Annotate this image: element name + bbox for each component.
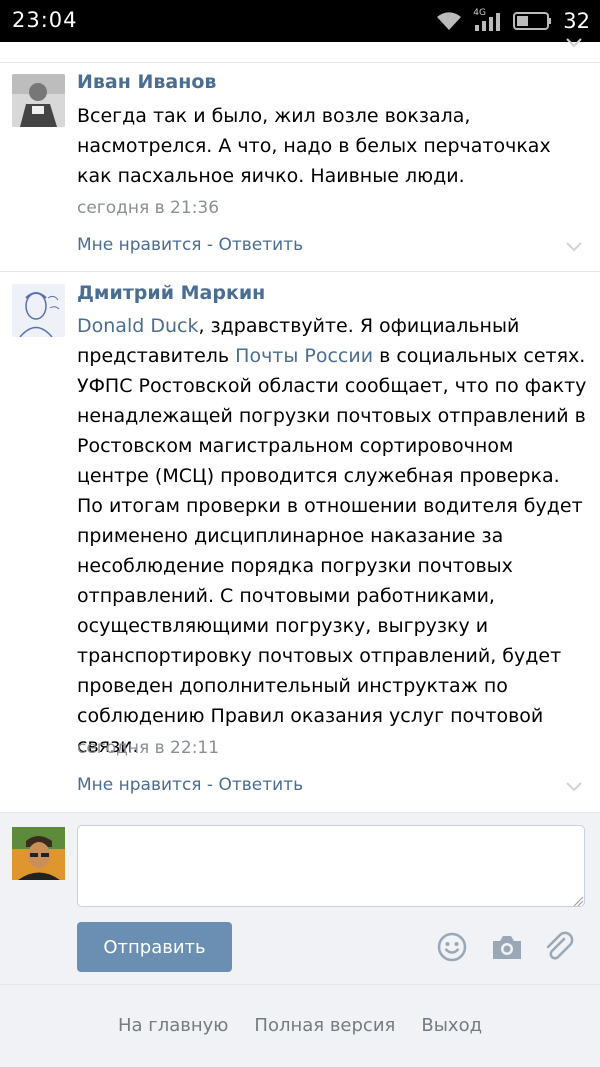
resize-handle-icon[interactable] (572, 895, 584, 907)
reply-panel: Отправить (0, 812, 600, 985)
comment-author[interactable]: Иван Иванов (77, 71, 216, 93)
like-link[interactable]: Мне нравится (77, 775, 202, 795)
actions-separator: - (201, 775, 219, 795)
footer: На главную Полная версия Выход (0, 984, 600, 1067)
comment-actions: Мне нравится - Ответить (77, 235, 303, 255)
comment-date[interactable]: сегодня в 22:11 (77, 738, 219, 758)
comment-author[interactable]: Дмитрий Маркин (77, 282, 265, 304)
avatar[interactable] (12, 284, 65, 337)
footer-link-home[interactable]: На главную (118, 1015, 228, 1036)
chevron-down-icon[interactable] (564, 780, 584, 794)
actions-separator: - (201, 235, 219, 255)
chevron-down-icon (566, 38, 582, 48)
wifi-icon (437, 12, 462, 30)
network-type: 4G (473, 8, 503, 32)
reply-input[interactable] (77, 825, 585, 907)
footer-links: На главную Полная версия Выход (0, 1015, 600, 1036)
mention-link[interactable]: Donald Duck (77, 315, 198, 337)
like-link[interactable]: Мне нравится (77, 235, 202, 255)
camera-icon[interactable] (490, 931, 524, 963)
comment-text: Donald Duck, здравствуйте. Я официальный… (77, 315, 587, 757)
footer-link-logout[interactable]: Выход (421, 1015, 482, 1036)
comment-item: Дмитрий Маркин Donald Duck, здравствуйте… (0, 272, 600, 812)
avatar[interactable] (12, 74, 65, 127)
reply-link[interactable]: Ответить (218, 775, 303, 795)
comment-item: Иван Иванов Всегда так и было, жил возле… (0, 62, 600, 272)
smile-icon[interactable] (436, 931, 468, 963)
comment-text: Всегда так и было, жил возле вокзала, на… (77, 105, 551, 187)
paperclip-icon[interactable] (543, 931, 575, 963)
footer-link-full-version[interactable]: Полная версия (254, 1015, 395, 1036)
comment-date[interactable]: сегодня в 21:36 (77, 198, 219, 218)
battery-percent: 32 (563, 9, 590, 33)
comment-actions: Мне нравится - Ответить (77, 775, 303, 795)
chevron-down-icon[interactable] (564, 240, 584, 254)
status-time: 23:04 (12, 8, 78, 32)
battery-icon (513, 12, 552, 30)
avatar (12, 827, 65, 880)
community-link[interactable]: Почты России (235, 345, 373, 367)
top-strip (0, 38, 600, 63)
send-button[interactable]: Отправить (77, 922, 232, 972)
status-bar: 23:04 4G 32 (0, 0, 600, 42)
signal-icon (475, 13, 501, 31)
reply-link[interactable]: Ответить (218, 235, 303, 255)
